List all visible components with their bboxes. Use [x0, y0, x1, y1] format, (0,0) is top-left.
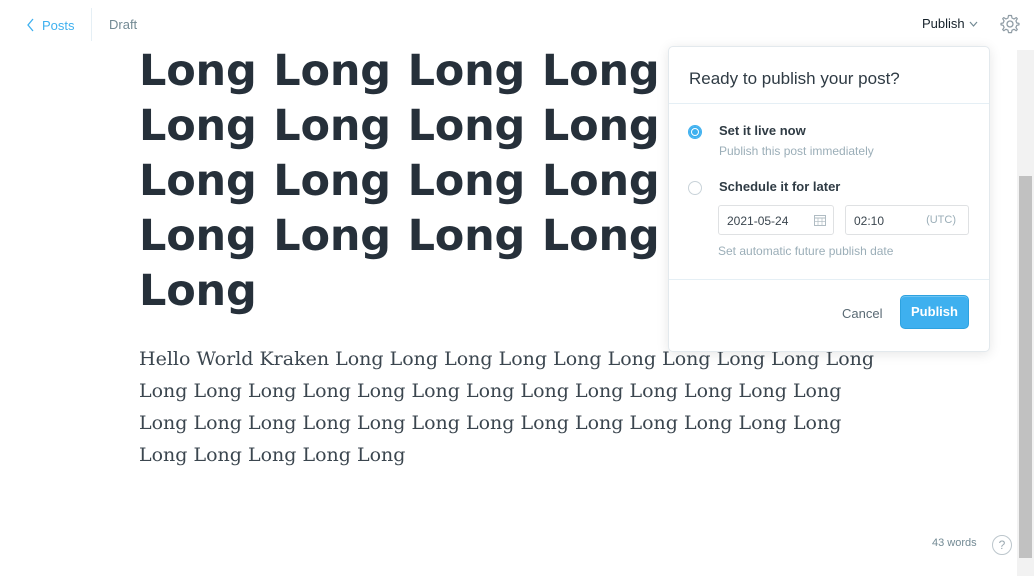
calendar-icon[interactable]: [814, 214, 826, 226]
word-count: 43 words: [932, 537, 977, 549]
schedule-date-value: 2021-05-24: [727, 214, 789, 228]
editor-header: Posts Draft Publish: [0, 0, 1034, 50]
option-publish-now-description: Publish this post immediately: [719, 144, 874, 158]
publish-dropdown: Ready to publish your post? Set it live …: [668, 46, 990, 352]
publish-trigger-label: Publish: [922, 16, 965, 31]
schedule-date-input[interactable]: 2021-05-24: [718, 205, 834, 235]
post-body-field[interactable]: Hello World Kraken Long Long Long Long L…: [139, 343, 879, 471]
schedule-time-input[interactable]: 02:10 (UTC): [845, 205, 969, 235]
timezone-label: (UTC): [926, 214, 956, 226]
publish-menu-divider: [669, 279, 989, 280]
publish-menu-header: Ready to publish your post?: [669, 47, 989, 104]
option-publish-now-label: Set it live now: [719, 123, 806, 138]
help-button[interactable]: ?: [992, 535, 1012, 555]
publish-menu-title: Ready to publish your post?: [689, 69, 900, 88]
option-schedule-label: Schedule it for later: [719, 179, 841, 194]
publish-menu-trigger[interactable]: Publish: [922, 16, 978, 31]
gear-icon[interactable]: [1000, 14, 1020, 34]
chevron-down-icon: [969, 21, 978, 27]
cancel-button[interactable]: Cancel: [842, 306, 882, 321]
back-to-posts-link[interactable]: Posts: [26, 14, 75, 36]
schedule-hint: Set automatic future publish date: [718, 244, 894, 258]
radio-publish-now[interactable]: [688, 125, 702, 139]
schedule-time-value: 02:10: [854, 214, 885, 228]
chevron-left-icon: [27, 18, 34, 32]
scrollbar-thumb[interactable]: [1019, 176, 1032, 558]
scrollbar[interactable]: [1017, 50, 1034, 576]
publish-button[interactable]: Publish: [900, 295, 969, 329]
back-link-label: Posts: [42, 17, 75, 33]
radio-schedule[interactable]: [688, 181, 702, 195]
header-divider: [91, 8, 92, 41]
post-status: Draft: [109, 17, 138, 32]
